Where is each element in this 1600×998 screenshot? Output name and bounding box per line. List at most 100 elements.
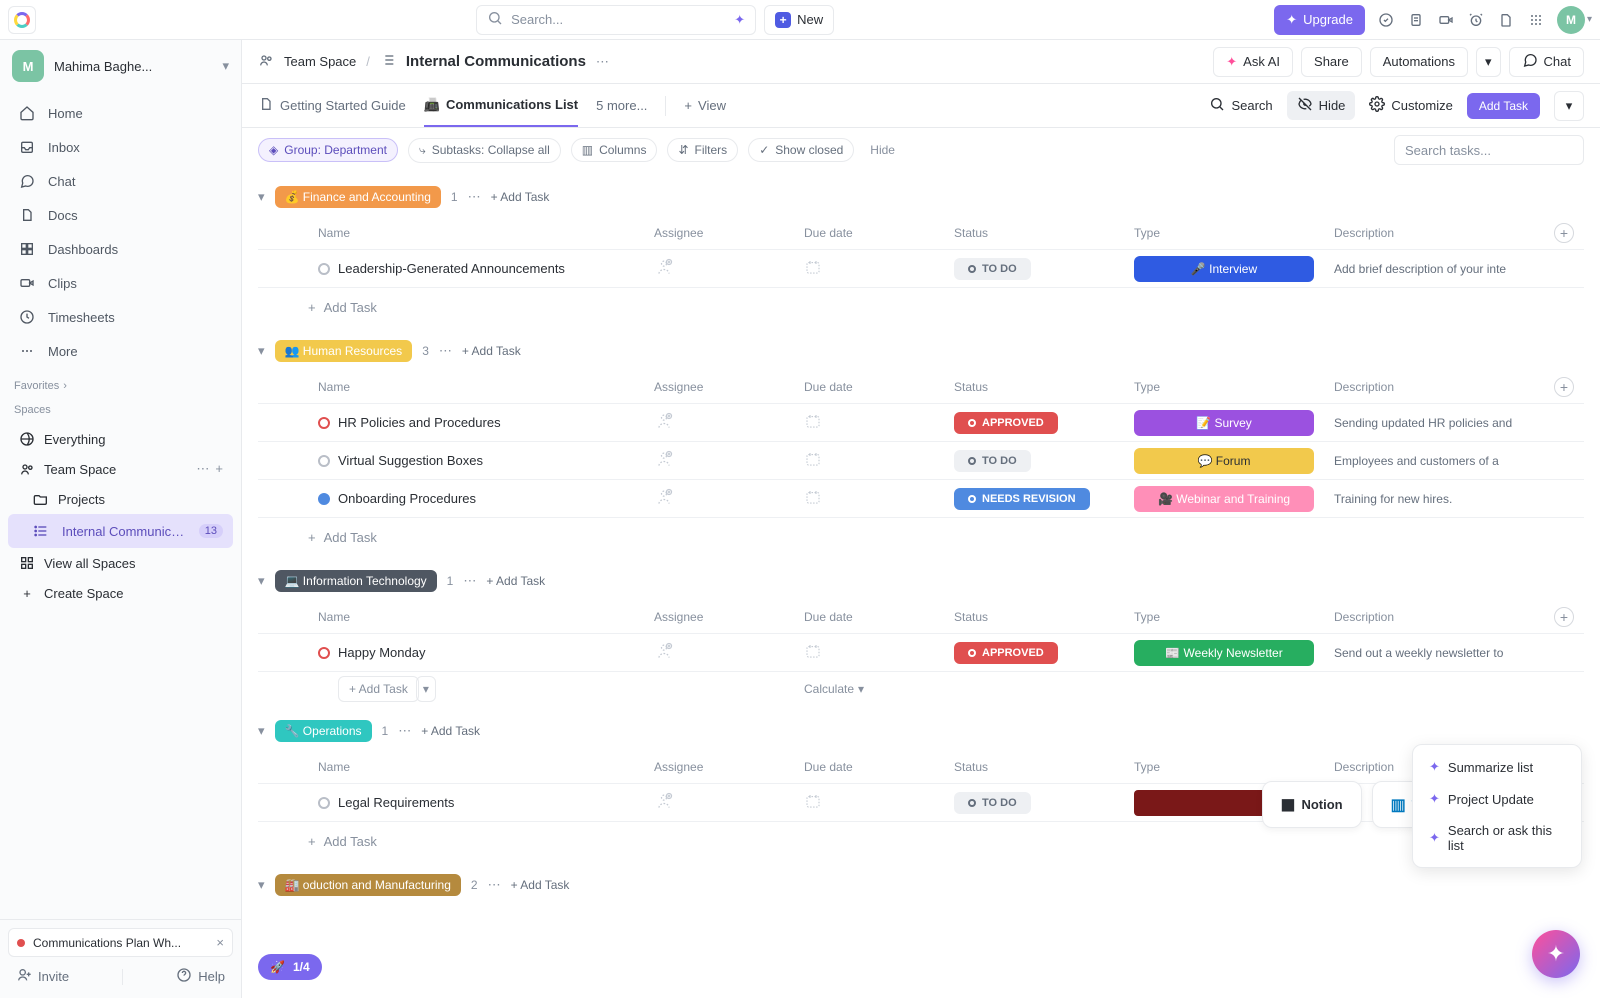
logo-button[interactable] [8,6,36,34]
group-more[interactable]: ⋯ [463,573,476,589]
date-empty-icon[interactable] [804,642,822,663]
col-due-date[interactable]: Due date [804,226,954,240]
notepad-icon[interactable] [1407,11,1425,29]
tree-team-space[interactable]: Team Space⋯+ [8,454,233,484]
col-due-date[interactable]: Due date [804,610,954,624]
col-assignee[interactable]: Assignee [654,226,804,240]
plus-icon[interactable]: + [215,461,223,477]
nav-timesheets[interactable]: Timesheets [8,300,233,334]
task-row[interactable]: Leadership-Generated Announcements TO DO… [258,250,1584,288]
nav-chat[interactable]: Chat [8,164,233,198]
status-dot-icon[interactable] [318,417,330,429]
nav-more[interactable]: More [8,334,233,368]
col-description[interactable]: Description [1334,380,1554,394]
check-circle-icon[interactable] [1377,11,1395,29]
col-assignee[interactable]: Assignee [654,760,804,774]
tab-more[interactable]: 5 more... [596,84,647,127]
date-empty-icon[interactable] [804,258,822,279]
assignee-empty-icon[interactable] [654,641,674,664]
chevron-down-icon[interactable]: ▾ [258,877,265,893]
group-tag[interactable]: 👥 Human Resources [275,340,413,362]
workspace-switcher[interactable]: M Mahima Baghe... ▾ [0,40,241,92]
doc-icon[interactable] [1497,11,1515,29]
col-name[interactable]: Name [288,380,654,394]
automations-button[interactable]: Automations [1370,47,1468,77]
apps-icon[interactable] [1527,11,1545,29]
share-button[interactable]: Share [1301,47,1362,77]
nav-clips[interactable]: Clips [8,266,233,300]
tab-getting-started[interactable]: Getting Started Guide [258,84,406,127]
group-add-task[interactable]: + Add Task [511,878,570,892]
type-badge[interactable]: 🎥 Webinar and Training [1134,486,1314,512]
subtasks-chip[interactable]: ⤷Subtasks: Collapse all [408,138,561,163]
more-icon[interactable]: ⋯ [196,461,209,477]
tab-add-view[interactable]: +View [684,84,726,127]
group-more[interactable]: ⋯ [398,723,411,739]
tab-communications-list[interactable]: 📠Communications List [424,84,578,127]
group-more[interactable]: ⋯ [468,189,481,205]
global-search[interactable]: Search... ✦ [476,5,756,35]
onboarding-progress[interactable]: 🚀 1/4 [258,954,322,980]
filters-chip[interactable]: ⇵Filters [667,138,738,162]
ai-fab[interactable]: ✦ [1532,930,1580,978]
add-column[interactable]: + [1554,607,1574,627]
task-row[interactable]: Onboarding Procedures NEEDS REVISION 🎥 W… [258,480,1584,518]
status-dot-icon[interactable] [318,493,330,505]
group-tag[interactable]: 🔧 Operations [275,720,372,742]
group-tag[interactable]: 💻 Information Technology [275,570,437,592]
chevron-down-icon[interactable]: ▾ [258,723,265,739]
group-add-task[interactable]: + Add Task [421,724,480,738]
type-badge[interactable]: 🎤 Interview [1134,256,1314,282]
toolbar-hide[interactable]: Hide [870,143,895,157]
assignee-empty-icon[interactable] [654,449,674,472]
task-search[interactable]: Search tasks... [1394,135,1584,165]
invite-button[interactable]: Invite [16,967,69,986]
avatar-menu[interactable]: M ▾ [1557,6,1592,34]
task-row[interactable]: Happy Monday APPROVED 📰 Weekly Newslette… [258,634,1584,672]
date-empty-icon[interactable] [804,488,822,509]
group-add-task[interactable]: + Add Task [491,190,550,204]
automations-dropdown[interactable]: ▾ [1476,47,1501,77]
chat-button[interactable]: Chat [1509,47,1584,77]
date-empty-icon[interactable] [804,792,822,813]
add-column[interactable]: + [1554,223,1574,243]
col-description[interactable]: Description [1334,610,1554,624]
add-column[interactable]: + [1554,377,1574,397]
col-assignee[interactable]: Assignee [654,380,804,394]
col-name[interactable]: Name [288,610,654,624]
type-badge[interactable]: 📝 Survey [1134,410,1314,436]
assignee-empty-icon[interactable] [654,487,674,510]
nav-dashboards[interactable]: Dashboards [8,232,233,266]
favorites-section[interactable]: Favorites› [0,372,241,396]
col-status[interactable]: Status [954,760,1134,774]
status-badge[interactable]: NEEDS REVISION [954,488,1090,510]
col-due-date[interactable]: Due date [804,380,954,394]
task-row[interactable]: Virtual Suggestion Boxes TO DO 💬 Forum E… [258,442,1584,480]
ask-project-update[interactable]: ✦Project Update [1419,783,1575,815]
add-task-inline[interactable]: + Add Task [338,676,419,702]
group-add-task[interactable]: + Add Task [486,574,545,588]
type-badge[interactable]: 💬 Forum [1134,448,1314,474]
columns-chip[interactable]: ▥Columns [571,138,658,162]
col-status[interactable]: Status [954,226,1134,240]
status-dot-icon[interactable] [318,263,330,275]
add-task-dropdown-inline[interactable]: ▾ [416,676,436,702]
more-icon[interactable]: ⋯ [596,54,609,70]
nav-docs[interactable]: Docs [8,198,233,232]
alarm-icon[interactable] [1467,11,1485,29]
col-type[interactable]: Type [1134,226,1334,240]
date-empty-icon[interactable] [804,450,822,471]
col-type[interactable]: Type [1134,380,1334,394]
assignee-empty-icon[interactable] [654,257,674,280]
col-status[interactable]: Status [954,380,1134,394]
col-assignee[interactable]: Assignee [654,610,804,624]
nav-home[interactable]: Home [8,96,233,130]
calculate-cell[interactable]: Calculate ▾ [804,682,954,696]
col-description[interactable]: Description [1334,226,1554,240]
nav-inbox[interactable]: Inbox [8,130,233,164]
add-task-row[interactable]: +Add Task [258,288,1584,326]
group-tag[interactable]: 💰 Finance and Accounting [275,186,441,208]
col-name[interactable]: Name [288,226,654,240]
new-button[interactable]: + New [764,5,834,35]
chevron-down-icon[interactable]: ▾ [258,573,265,589]
